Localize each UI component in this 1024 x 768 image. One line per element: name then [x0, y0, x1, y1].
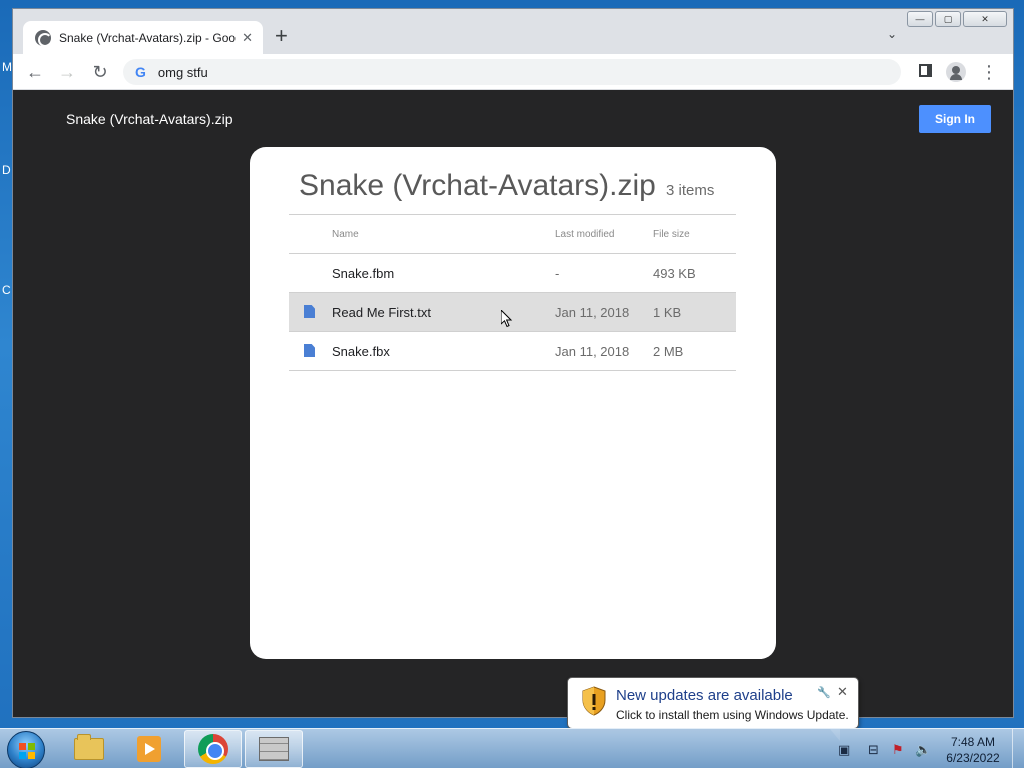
file-icon [304, 305, 315, 318]
clock-time: 7:48 AM [950, 735, 996, 749]
avatar-icon [946, 62, 966, 82]
action-center-icon[interactable]: ⚑ [892, 742, 904, 758]
column-header-modified[interactable]: Last modified [555, 229, 614, 240]
mouse-cursor-icon [501, 310, 513, 328]
profile-button[interactable] [946, 62, 966, 82]
file-size: 493 KB [653, 266, 696, 281]
taskbar-media-player[interactable] [120, 730, 178, 768]
sign-in-button[interactable]: Sign In [919, 105, 991, 133]
browser-tab[interactable]: Snake (Vrchat-Avatars).zip - Google ✕ [23, 21, 263, 54]
close-window-button[interactable]: ✕ [963, 11, 1007, 27]
file-modified: Jan 11, 2018 [555, 344, 630, 359]
file-modified: Jan 11, 2018 [555, 305, 630, 320]
taskbar: ▣ ⊟ ⚑ 🔈 7:48 AM 6/23/2022 [0, 728, 1024, 768]
maximize-button[interactable]: ▢ [935, 11, 961, 27]
close-icon[interactable]: ✕ [242, 30, 253, 46]
minimize-button[interactable]: — [907, 11, 933, 27]
windows-update-tray-icon[interactable]: ▣ [838, 742, 850, 758]
file-modified: - [555, 266, 560, 281]
item-count: 3 items [666, 182, 715, 199]
back-button[interactable]: ← [23, 60, 47, 84]
system-clock[interactable]: 7:48 AM 6/23/2022 [938, 734, 1008, 766]
archive-card: Snake (Vrchat-Avatars).zip 3 items Name … [250, 147, 776, 659]
column-header-size[interactable]: File size [653, 229, 690, 240]
globe-icon [35, 29, 52, 47]
taskbar-firewall-app[interactable] [245, 730, 303, 768]
start-button[interactable] [7, 731, 45, 768]
warning-shield-icon [582, 686, 606, 716]
show-desktop-button[interactable] [1012, 729, 1024, 768]
google-icon: G [135, 64, 146, 80]
reload-button[interactable]: ↻ [88, 60, 112, 84]
column-header-name[interactable]: Name [332, 229, 359, 240]
tab-title: Snake (Vrchat-Avatars).zip - Google [59, 30, 237, 45]
address-text[interactable]: omg stfu [158, 65, 208, 80]
folder-icon [74, 734, 104, 760]
desktop-icon-label-fragment: M [2, 60, 12, 74]
file-icon [304, 344, 315, 357]
page-header-title: Snake (Vrchat-Avatars).zip [66, 111, 233, 127]
page-content: Snake (Vrchat-Avatars).zip Sign In Snake… [13, 90, 1013, 717]
file-name[interactable]: Snake.fbx [332, 344, 390, 359]
media-player-icon [137, 736, 161, 762]
taskbar-explorer[interactable] [60, 730, 118, 768]
browser-toolbar: ← → ↻ G omg stfu ⋮ [13, 54, 1013, 90]
chrome-icon [198, 734, 228, 764]
forward-button[interactable]: → [55, 60, 79, 84]
taskbar-chrome[interactable] [184, 730, 242, 768]
table-row[interactable]: Snake.fbx Jan 11, 2018 2 MB [289, 332, 736, 371]
new-tab-button[interactable]: + [275, 25, 288, 47]
menu-button[interactable]: ⋮ [979, 62, 999, 82]
chevron-down-icon[interactable]: ⌄ [887, 27, 897, 41]
brick-wall-icon [259, 737, 289, 761]
file-size: 1 KB [653, 305, 682, 320]
archive-title: Snake (Vrchat-Avatars).zip [299, 169, 656, 202]
desktop-icon-label-fragment: D [2, 163, 11, 177]
clock-date: 6/23/2022 [946, 751, 1000, 765]
table-row[interactable]: Snake.fbm - 493 KB [289, 254, 736, 293]
volume-icon[interactable]: 🔈 [915, 742, 931, 758]
table-header: Name Last modified File size [289, 214, 736, 254]
side-panel-icon [918, 64, 932, 77]
address-bar[interactable]: G omg stfu [123, 59, 901, 85]
update-notification[interactable]: New updates are available Click to insta… [567, 677, 859, 741]
tab-strip: Snake (Vrchat-Avatars).zip - Google ✕ + … [13, 9, 1013, 54]
close-icon[interactable]: ✕ [837, 684, 848, 700]
browser-window: Snake (Vrchat-Avatars).zip - Google ✕ + … [12, 8, 1014, 718]
desktop-icon-label-fragment: C [2, 283, 11, 297]
file-size: 2 MB [653, 344, 684, 359]
window-controls: — ▢ ✕ [907, 11, 1007, 27]
notification-title: New updates are available [616, 687, 793, 704]
wrench-icon[interactable]: 🔧 [817, 686, 831, 699]
network-icon[interactable]: ⊟ [868, 742, 879, 758]
file-table: Name Last modified File size Snake.fbm -… [289, 214, 736, 371]
notification-body: Click to install them using Windows Upda… [616, 708, 849, 722]
windows-logo-icon [19, 743, 35, 759]
file-name[interactable]: Read Me First.txt [332, 305, 431, 320]
file-name[interactable]: Snake.fbm [332, 266, 394, 281]
side-panel-button[interactable] [915, 62, 935, 82]
